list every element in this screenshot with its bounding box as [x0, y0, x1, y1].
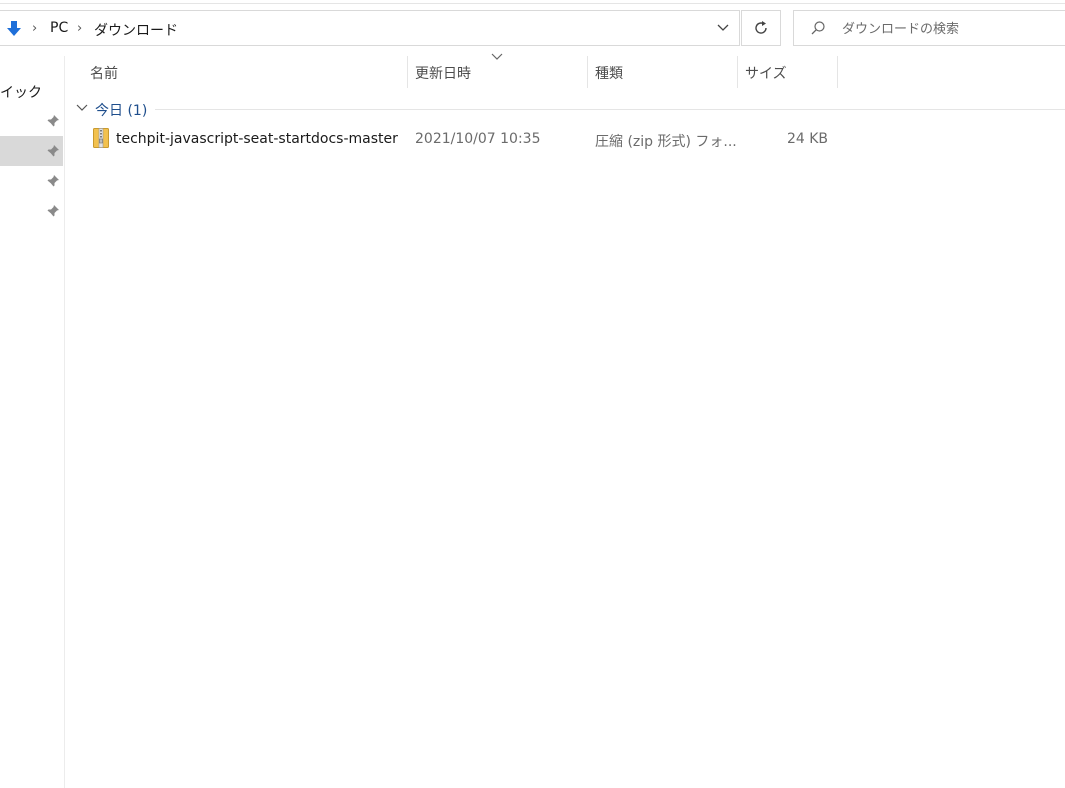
- chevron-down-icon: [717, 24, 729, 31]
- file-type: 圧縮 (zip 形式) フォ...: [595, 134, 737, 150]
- address-dropdown-button[interactable]: [706, 11, 740, 45]
- search-box[interactable]: [793, 10, 1065, 46]
- navigation-pane[interactable]: クイック アクセス: [0, 56, 65, 788]
- pin-icon: [47, 205, 59, 217]
- breadcrumb-separator-icon[interactable]: ›: [77, 21, 82, 36]
- nav-item-pinned-1[interactable]: [0, 106, 64, 136]
- download-arrow-icon: [7, 21, 21, 36]
- column-header-type[interactable]: 種類: [588, 56, 737, 88]
- table-row[interactable]: techpit-javascript-seat-startdocs-master…: [88, 125, 838, 155]
- refresh-icon: [755, 21, 767, 34]
- nav-item-downloads[interactable]: [0, 136, 63, 166]
- breadcrumb-pc[interactable]: PC: [50, 20, 68, 36]
- column-header-name[interactable]: 名前: [80, 56, 407, 88]
- address-bar[interactable]: › PC › ダウンロード: [0, 10, 740, 46]
- file-date-modified: 2021/10/07 10:35: [415, 131, 541, 147]
- group-collapse-chevron-icon[interactable]: [76, 103, 88, 113]
- window-top-border: [0, 3, 1065, 4]
- search-icon: [811, 21, 825, 35]
- quick-access-label[interactable]: クイック アクセス: [0, 82, 40, 102]
- breadcrumb-downloads[interactable]: ダウンロード: [94, 20, 178, 40]
- nav-item-pinned-3[interactable]: [0, 166, 64, 196]
- search-input[interactable]: [840, 15, 1064, 43]
- group-divider: [155, 109, 1065, 110]
- pin-icon: [47, 115, 59, 127]
- pin-icon: [47, 175, 59, 187]
- column-divider[interactable]: [837, 56, 838, 88]
- nav-item-pinned-4[interactable]: [0, 196, 64, 226]
- group-header-today[interactable]: 今日 (1): [95, 100, 147, 120]
- zip-folder-icon: [93, 128, 109, 148]
- pin-icon: [47, 145, 59, 157]
- file-name: techpit-javascript-seat-startdocs-master: [116, 131, 398, 147]
- breadcrumb-separator-icon[interactable]: ›: [32, 21, 37, 36]
- column-header-date-modified[interactable]: 更新日時: [408, 56, 587, 88]
- file-size: 24 KB: [786, 131, 828, 147]
- column-header-size[interactable]: サイズ: [738, 56, 837, 88]
- refresh-button[interactable]: [741, 10, 781, 46]
